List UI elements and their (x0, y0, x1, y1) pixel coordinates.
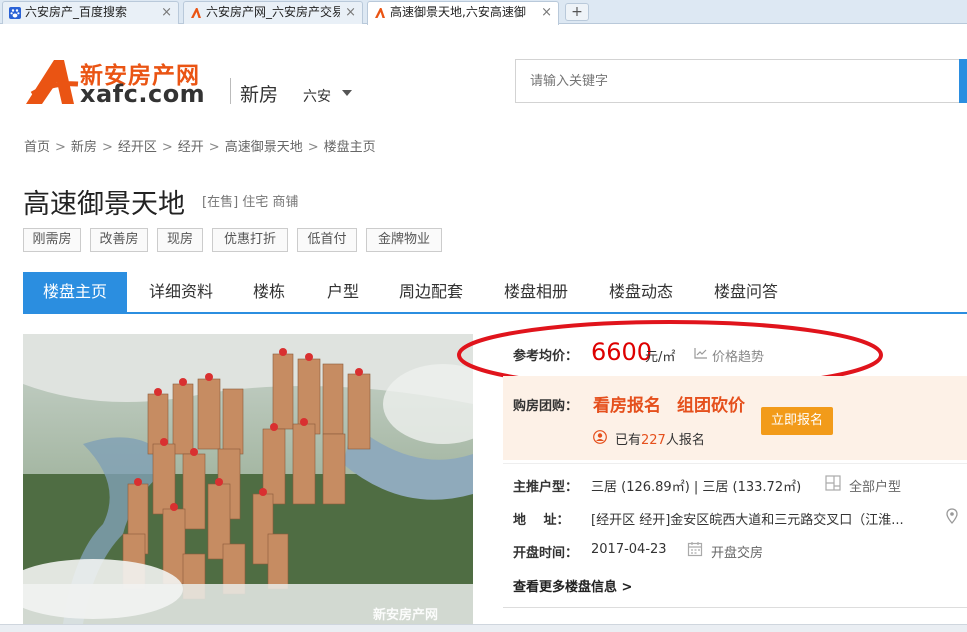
tag-item: 刚需房 (23, 228, 81, 252)
breadcrumb-sep: > (101, 140, 113, 155)
tab-qa[interactable]: 楼盘问答 (703, 272, 789, 312)
signup-count: 已有227人报名 (615, 429, 705, 448)
tab-layouts[interactable]: 户型 (313, 272, 373, 312)
xafc-logo-icon (375, 8, 385, 18)
all-layouts-link[interactable]: 全部户型 (849, 476, 901, 495)
divider (503, 463, 967, 464)
tab-home[interactable]: 楼盘主页 (23, 272, 127, 312)
calendar-icon[interactable] (687, 541, 703, 557)
search-input[interactable] (515, 59, 961, 103)
price-label: 参考均价： (513, 349, 579, 364)
project-hero-image[interactable]: 新安房产网 (23, 334, 473, 624)
tag-item: 优惠打折 (212, 228, 288, 252)
map-pin-icon[interactable] (944, 508, 960, 524)
tag-item: 金牌物业 (366, 228, 442, 252)
header-divider (230, 78, 231, 104)
user-icon (593, 430, 607, 444)
browser-tab-xafc[interactable]: 六安房产网_六安房产交易 × (183, 1, 363, 24)
breadcrumb-sep: > (161, 140, 173, 155)
address-value: [经开区 经开]金安区皖西大道和三元路交叉口（江淮... (591, 513, 904, 528)
page-title: 高速御景天地 (23, 189, 185, 220)
tag-item: 现房 (157, 228, 203, 252)
open-delivery-link[interactable]: 开盘交房 (711, 542, 763, 561)
viewing-signup-link[interactable]: 看房报名 (593, 391, 661, 416)
price-value: 6600 (591, 338, 653, 366)
count-number: 227 (641, 433, 666, 448)
price-unit: 元/㎡ (645, 350, 676, 365)
tab-details[interactable]: 详细资料 (133, 272, 229, 312)
breadcrumb-newhouse[interactable]: 新房 (71, 140, 97, 155)
search-button[interactable] (959, 59, 967, 103)
breadcrumb-project[interactable]: 高速御景天地 (225, 140, 303, 155)
floorplan-icon[interactable] (825, 475, 841, 491)
price-trend-link[interactable]: 价格趋势 (712, 346, 764, 365)
browser-status-bar (0, 624, 967, 632)
breadcrumb-area[interactable]: 经开 (178, 140, 204, 155)
tab-title: 高速御景天地,六安高速御 (390, 5, 526, 19)
breadcrumb-sep: > (307, 140, 319, 155)
group-buy-panel: 购房团购： 看房报名 组团砍价 已有227人报名 立即报名 (503, 376, 967, 460)
layout-value: 三居 (126.89㎡) | 三居 (133.72㎡) (591, 480, 802, 495)
project-nav: 楼盘主页 详细资料 楼栋 户型 周边配套 楼盘相册 楼盘动态 楼盘问答 (23, 272, 967, 314)
browser-tab-active[interactable]: 高速御景天地,六安高速御 × (367, 1, 559, 25)
layout-label: 主推户型： (513, 480, 579, 495)
site-logo-icon[interactable] (24, 56, 80, 106)
xafc-logo-icon (191, 8, 201, 18)
count-prefix: 已有 (615, 433, 642, 448)
tab-album[interactable]: 楼盘相册 (493, 272, 579, 312)
tag-item: 低首付 (297, 228, 357, 252)
baidu-paw-icon (9, 7, 21, 19)
breadcrumb-home[interactable]: 首页 (24, 140, 50, 155)
city-selector[interactable]: 六安 (303, 86, 331, 106)
breadcrumb-sep: > (208, 140, 220, 155)
open-date-value: 2017-04-23 (591, 542, 667, 557)
tab-title: 六安房产_百度搜索 (25, 5, 128, 19)
tab-title: 六安房产网_六安房产交易 (206, 5, 340, 19)
open-date-label: 开盘时间： (513, 546, 579, 561)
tab-news[interactable]: 楼盘动态 (598, 272, 684, 312)
tab-buildings[interactable]: 楼栋 (239, 272, 299, 312)
breadcrumb-current: 楼盘主页 (323, 140, 376, 155)
browser-tab-strip: 六安房产_百度搜索 × 六安房产网_六安房产交易 × 高速御景天地,六安高速御 … (0, 0, 967, 25)
browser-tab-baidu[interactable]: 六安房产_百度搜索 × (2, 1, 179, 24)
group-bargain-link[interactable]: 组团砍价 (677, 391, 745, 416)
divider (503, 607, 967, 608)
breadcrumb-sep: > (55, 140, 66, 155)
close-icon[interactable]: × (345, 2, 356, 23)
breadcrumb: 首页 > 新房 > 经开区 > 经开 > 高速御景天地 > 楼盘主页 (24, 136, 376, 155)
address-label: 地 址： (513, 513, 570, 528)
close-icon[interactable]: × (541, 2, 552, 23)
new-tab-button[interactable]: + (565, 3, 589, 21)
group-buy-label: 购房团购： (513, 399, 579, 414)
tag-item: 改善房 (90, 228, 148, 252)
status-badge: [在售] 住宅 商铺 (202, 195, 299, 210)
trend-chart-icon[interactable] (694, 347, 708, 359)
tab-surroundings[interactable]: 周边配套 (388, 272, 474, 312)
image-watermark: 新安房产网 (373, 608, 439, 623)
count-suffix: 人报名 (665, 433, 705, 448)
aerial-rendering-image (23, 334, 473, 624)
logo-en-text[interactable]: xafc.com (80, 80, 205, 108)
chevron-down-icon[interactable] (342, 90, 352, 96)
signup-button[interactable]: 立即报名 (761, 407, 833, 435)
breadcrumb-district[interactable]: 经开区 (118, 140, 157, 155)
close-icon[interactable]: × (161, 2, 172, 23)
section-title: 新房 (240, 84, 279, 106)
more-info-link[interactable]: 查看更多楼盘信息 > (513, 576, 632, 595)
